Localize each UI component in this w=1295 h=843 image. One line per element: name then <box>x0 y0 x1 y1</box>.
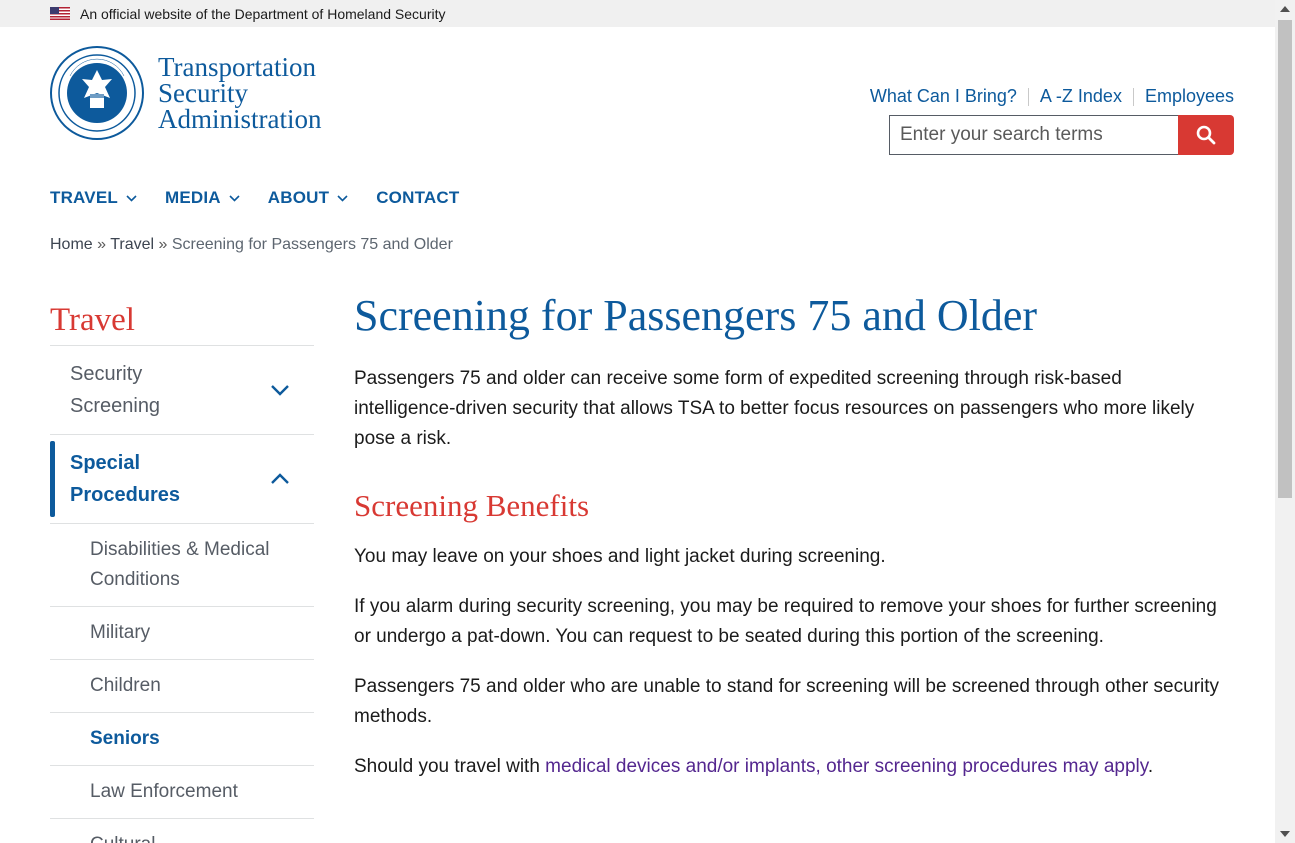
chevron-down-icon <box>126 194 137 202</box>
nav-item-contact[interactable]: CONTACT <box>376 188 459 208</box>
search-form <box>889 115 1234 155</box>
sidebar-subitem-cultural[interactable]: Cultural <box>50 819 314 843</box>
side-nav-title: Travel <box>50 296 314 346</box>
nav-item-label: CONTACT <box>376 188 460 207</box>
nav-item-label: ABOUT <box>267 188 330 207</box>
utility-nav: What Can I Bring? A -Z Index Employees <box>870 86 1234 107</box>
tsa-wordmark: Transportation Security Administration <box>158 52 322 134</box>
sidebar-subitem-label: Children <box>90 675 161 696</box>
chevron-down-icon <box>337 194 348 202</box>
sidebar-subitem-seniors[interactable]: Seniors <box>50 713 314 766</box>
search-button[interactable] <box>1178 115 1234 155</box>
paragraph-text: . <box>1147 756 1154 777</box>
vertical-scrollbar[interactable] <box>1275 0 1295 843</box>
sidebar-subitem-label: Disabilities & Medical Conditions <box>90 539 270 590</box>
page-title: Screening for Passengers 75 and Older <box>354 291 1038 340</box>
paragraph-text: Should you travel with <box>354 756 546 777</box>
breadcrumb-separator: » <box>92 236 111 253</box>
utility-divider <box>1027 87 1029 106</box>
nav-item-travel[interactable]: TRAVEL <box>50 188 137 208</box>
scroll-down-arrow-icon[interactable] <box>1280 831 1290 837</box>
search-input[interactable] <box>889 115 1178 155</box>
logo-line-2: Security <box>158 78 248 108</box>
nav-item-label: TRAVEL <box>50 188 118 207</box>
utility-link-employees[interactable]: Employees <box>1145 86 1234 107</box>
sidebar-subitem-disabilities[interactable]: Disabilities & Medical Conditions <box>50 524 314 607</box>
us-flag-icon <box>50 7 70 20</box>
sidebar-item-special-procedures[interactable]: Special Procedures <box>50 435 314 524</box>
tsa-logo[interactable]: Transportation Security Administration <box>50 46 322 140</box>
medical-devices-link[interactable]: medical devices and/or implants, other s… <box>545 756 1148 777</box>
intro-paragraph: Passengers 75 and older can receive some… <box>354 368 1195 449</box>
utility-divider <box>1132 87 1134 106</box>
breadcrumb-travel[interactable]: Travel <box>110 236 154 253</box>
body-paragraph: If you alarm during security screening, … <box>354 596 1217 647</box>
nav-item-media[interactable]: MEDIA <box>165 188 240 208</box>
breadcrumb-home[interactable]: Home <box>50 236 93 253</box>
main-nav: TRAVEL MEDIA ABOUT CONTACT <box>50 188 487 208</box>
sidebar-subitem-label: Military <box>90 622 151 643</box>
scroll-up-arrow-icon[interactable] <box>1280 6 1290 12</box>
breadcrumb-separator: » <box>154 236 172 253</box>
sidebar-subitem-children[interactable]: Children <box>50 660 314 713</box>
dhs-seal-icon <box>50 46 144 140</box>
sidebar-item-label: Special Procedures <box>70 452 181 506</box>
chevron-down-icon[interactable] <box>270 384 290 396</box>
chevron-down-icon <box>229 194 240 202</box>
chevron-up-icon[interactable] <box>270 473 290 485</box>
body-paragraph: You may leave on your shoes and light ja… <box>354 546 886 567</box>
scrollbar-thumb[interactable] <box>1278 20 1292 498</box>
sidebar-item-label: Security Screening <box>70 363 161 417</box>
breadcrumb-current: Screening for Passengers 75 and Older <box>171 236 453 253</box>
breadcrumb: Home » Travel » Screening for Passengers… <box>50 236 453 254</box>
utility-link-az-index[interactable]: A -Z Index <box>1040 86 1122 107</box>
nav-item-label: MEDIA <box>164 188 221 207</box>
sidebar-subitem-military[interactable]: Military <box>50 607 314 660</box>
section-title: Screening Benefits <box>354 488 590 523</box>
sidebar-subitem-label: Seniors <box>90 728 160 749</box>
body-paragraph: Should you travel with medical devices a… <box>354 752 1224 782</box>
side-nav: Travel Security Screening Special Proced… <box>50 296 314 843</box>
logo-line-1: Transportation <box>158 52 317 82</box>
sidebar-subitem-label: Law Enforcement <box>90 781 238 802</box>
utility-link-what-can-i-bring[interactable]: What Can I Bring? <box>870 86 1017 107</box>
main-content: Screening for Passengers 75 and Older Pa… <box>354 290 1224 802</box>
body-paragraph: Passengers 75 and older who are unable t… <box>354 676 1220 727</box>
gov-banner: An official website of the Department of… <box>0 0 1275 27</box>
sidebar-subitem-label: Cultural <box>90 834 155 843</box>
sidebar-item-security-screening[interactable]: Security Screening <box>50 346 314 435</box>
sidebar-subitem-law-enforcement[interactable]: Law Enforcement <box>50 766 314 819</box>
nav-item-about[interactable]: ABOUT <box>268 188 348 208</box>
logo-line-3: Administration <box>158 104 322 134</box>
search-icon <box>1196 125 1216 145</box>
gov-banner-text: An official website of the Department of… <box>80 5 446 22</box>
